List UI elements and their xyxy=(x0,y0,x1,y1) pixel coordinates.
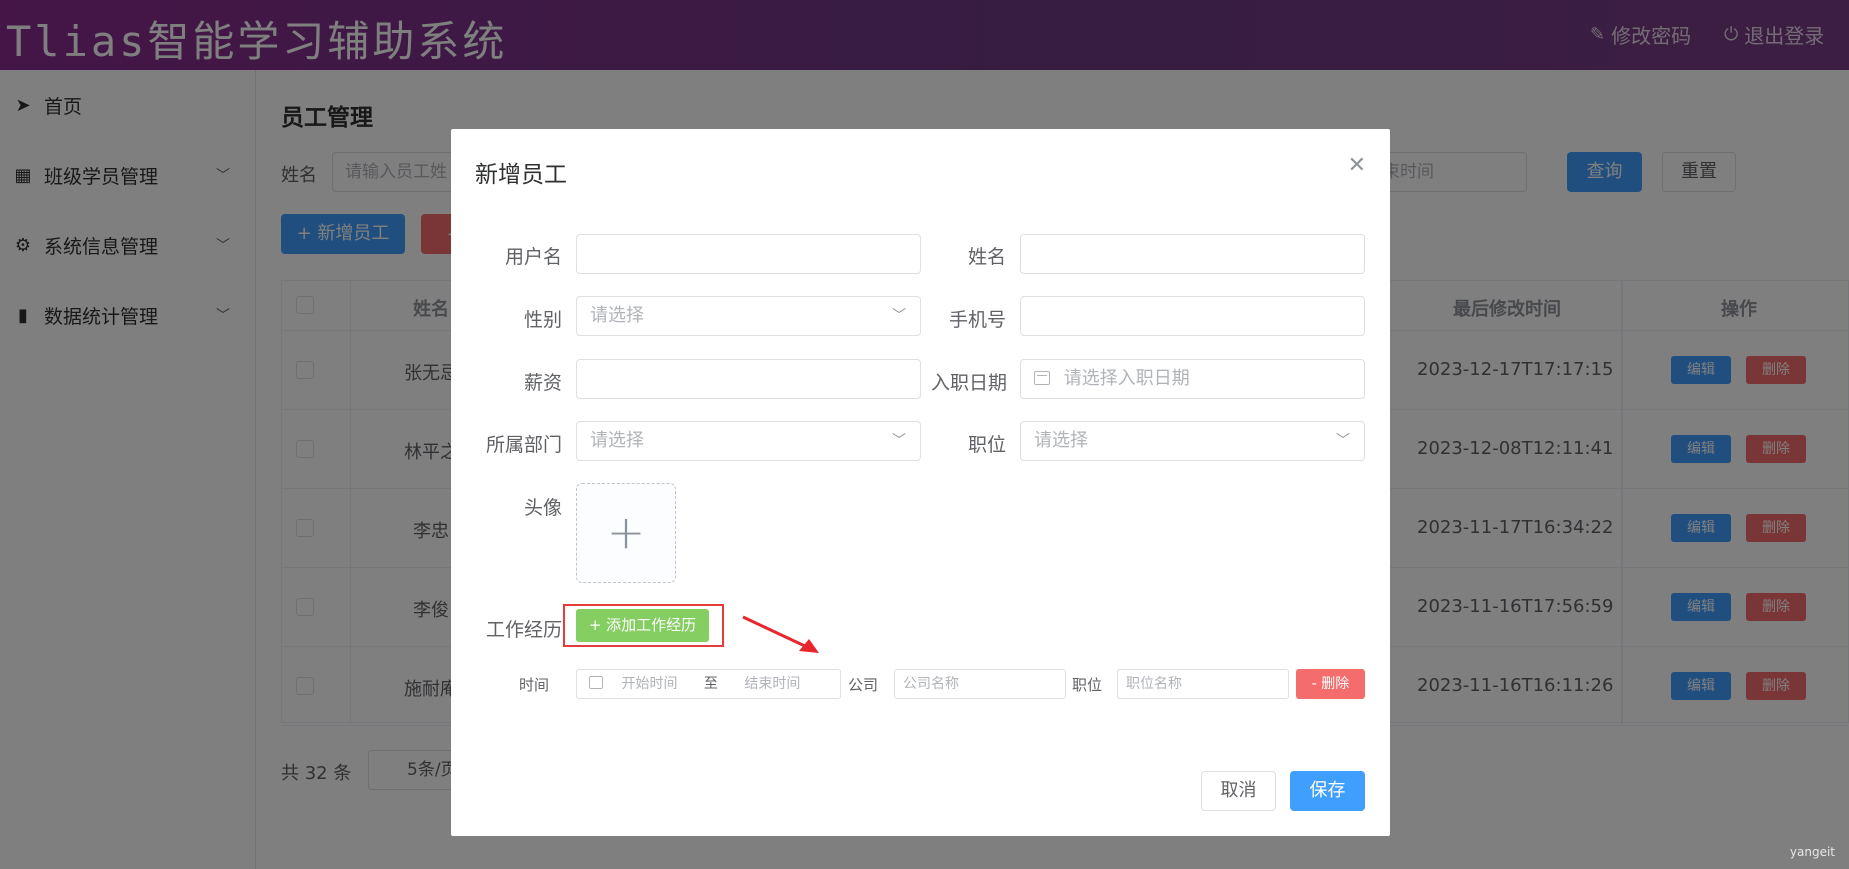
gender-label: 性别 xyxy=(523,309,562,331)
department-placeholder: 请选择 xyxy=(590,430,644,451)
exp-end-placeholder: 结束时间 xyxy=(744,676,801,692)
exp-job-label: 职位 xyxy=(1072,676,1103,694)
exp-time-label: 时间 xyxy=(519,676,550,694)
department-label: 所属部门 xyxy=(485,434,562,456)
avatar-uploader[interactable]: + xyxy=(576,483,676,583)
exp-delete-button[interactable]: - 删除 xyxy=(1296,669,1365,699)
close-icon[interactable]: ✕ xyxy=(1348,155,1366,177)
chevron-down-icon: ﹀ xyxy=(892,308,906,324)
username-label: 用户名 xyxy=(504,246,562,268)
exp-start-placeholder: 开始时间 xyxy=(621,676,678,692)
department-select[interactable]: 请选择 ﹀ xyxy=(576,421,921,461)
exp-job-input[interactable]: 职位名称 xyxy=(1117,669,1289,699)
save-button[interactable]: 保存 xyxy=(1290,771,1365,811)
phone-input[interactable] xyxy=(1020,296,1365,336)
position-label: 职位 xyxy=(967,434,1006,456)
exp-company-label: 公司 xyxy=(848,676,879,694)
plus-icon: + xyxy=(606,504,646,559)
entry-date-placeholder: 请选择入职日期 xyxy=(1063,368,1190,389)
exp-date-range-picker[interactable]: 开始时间 至 结束时间 xyxy=(576,669,841,699)
phone-label: 手机号 xyxy=(948,309,1006,331)
cancel-button[interactable]: 取消 xyxy=(1201,771,1276,811)
entry-date-picker[interactable]: 请选择入职日期 xyxy=(1020,359,1365,399)
name-label: 姓名 xyxy=(967,246,1006,268)
username-input[interactable] xyxy=(576,234,921,274)
name-input[interactable] xyxy=(1020,234,1365,274)
exp-company-input[interactable]: 公司名称 xyxy=(894,669,1066,699)
add-employee-dialog: 新增员工 ✕ 用户名 姓名 性别 请选择 ﹀ 手机号 薪资 入职日期 请选择入职… xyxy=(451,129,1390,836)
entry-date-label: 入职日期 xyxy=(931,372,1008,394)
gender-select[interactable]: 请选择 ﹀ xyxy=(576,296,921,336)
add-work-experience-button[interactable]: + 添加工作经历 xyxy=(576,609,709,642)
range-separator: 至 xyxy=(703,676,718,692)
avatar-label: 头像 xyxy=(523,497,562,519)
watermark: yangeit xyxy=(1789,845,1835,859)
position-placeholder: 请选择 xyxy=(1034,430,1088,451)
salary-label: 薪资 xyxy=(523,372,562,394)
chevron-down-icon: ﹀ xyxy=(1336,433,1350,449)
dialog-title: 新增员工 xyxy=(475,162,567,188)
work-experience-label: 工作经历 xyxy=(485,619,562,641)
annotation-arrow-icon xyxy=(742,615,819,653)
position-select[interactable]: 请选择 ﹀ xyxy=(1020,421,1365,461)
chevron-down-icon: ﹀ xyxy=(892,433,906,449)
salary-input[interactable] xyxy=(576,359,921,399)
calendar-icon xyxy=(589,676,603,689)
calendar-icon xyxy=(1034,371,1050,385)
gender-placeholder: 请选择 xyxy=(590,305,644,326)
